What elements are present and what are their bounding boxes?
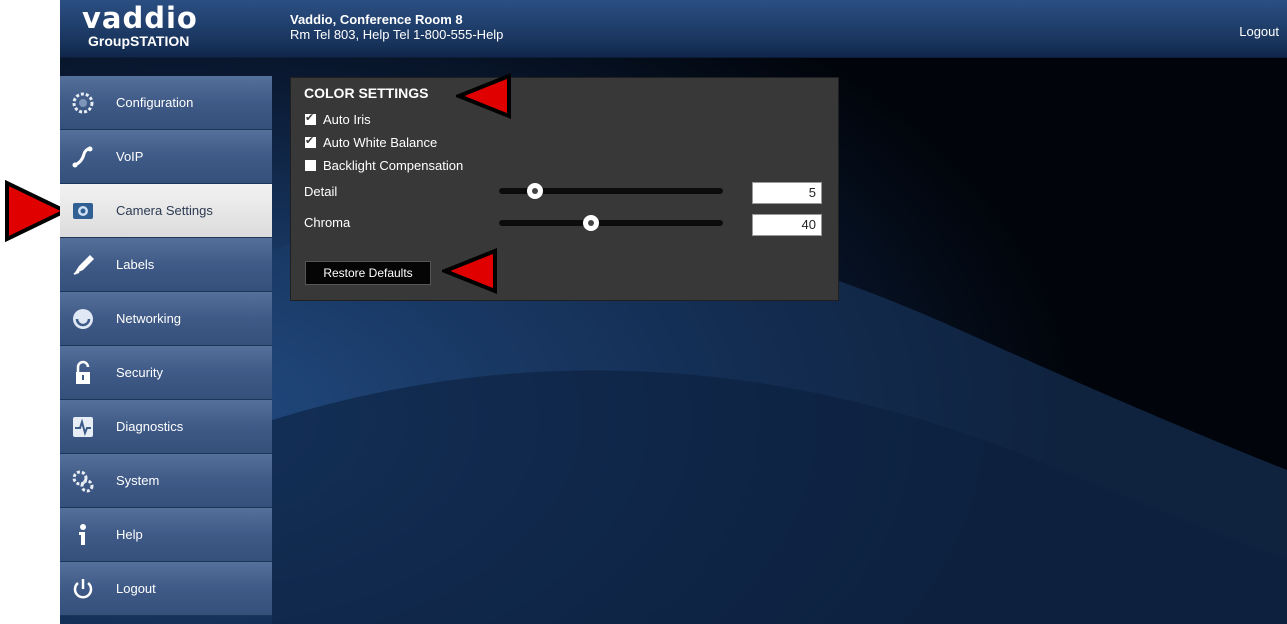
auto-white-balance-option[interactable]: Auto White Balance — [305, 132, 437, 152]
logo-wordmark: vaddio — [82, 1, 198, 35]
color-settings-panel: COLOR SETTINGS Auto Iris Auto White Bala… — [290, 77, 839, 301]
annotation-arrow-restore-defaults — [442, 248, 497, 294]
sidebar-item-label: Configuration — [116, 95, 194, 110]
lock-icon — [68, 358, 98, 388]
chroma-slider-thumb[interactable] — [582, 215, 599, 231]
system-gears-icon — [68, 466, 98, 496]
sidebar-item-logout[interactable]: Logout — [60, 562, 272, 616]
auto-iris-label: Auto Iris — [323, 111, 371, 127]
sidebar-item-camera-settings[interactable]: Camera Settings — [60, 184, 272, 238]
auto-iris-option[interactable]: Auto Iris — [305, 109, 371, 129]
backlight-compensation-checkbox[interactable] — [305, 159, 316, 171]
pen-icon — [68, 250, 98, 280]
sidebar-item-system[interactable]: System — [60, 454, 272, 508]
panel-title: COLOR SETTINGS — [304, 85, 429, 101]
detail-label: Detail — [304, 184, 338, 199]
sidebar-item-label: Diagnostics — [116, 419, 184, 434]
restore-defaults-button[interactable]: Restore Defaults — [305, 261, 431, 285]
logo-product-name: GroupSTATION — [88, 33, 190, 49]
sidebar-item-security[interactable]: Security — [60, 346, 272, 400]
room-name: Vaddio, Conference Room 8 — [290, 12, 463, 27]
phone-icon — [68, 142, 98, 172]
header-logout-link[interactable]: Logout — [1239, 24, 1279, 39]
detail-slider-thumb[interactable] — [526, 183, 543, 199]
room-phone: Rm Tel 803, Help Tel 1-800-555-Help — [290, 27, 504, 42]
auto-iris-checkbox[interactable] — [305, 111, 316, 125]
top-header: vaddio GroupSTATION Vaddio, Conference R… — [60, 0, 1287, 58]
chroma-label: Chroma — [304, 215, 351, 230]
auto-white-balance-label: Auto White Balance — [323, 134, 438, 150]
info-icon — [68, 520, 98, 550]
sidebar-item-label: Networking — [116, 311, 182, 326]
annotation-arrow-color-settings — [456, 73, 511, 119]
sidebar-item-labels[interactable]: Labels — [60, 238, 272, 292]
annotation-arrow-camera-settings — [5, 180, 68, 242]
detail-slider[interactable] — [499, 183, 723, 199]
room-info: Vaddio, Conference Room 8 Rm Tel 803, He… — [290, 12, 503, 42]
network-icon — [68, 304, 98, 334]
sidebar-item-configuration[interactable]: Configuration — [60, 76, 272, 130]
sidebar-item-help[interactable]: Help — [60, 508, 272, 562]
detail-value-field[interactable]: 5 — [752, 182, 822, 204]
vaddio-logo: vaddio GroupSTATION — [82, 3, 212, 55]
auto-white-balance-checkbox[interactable] — [305, 134, 316, 148]
sidebar-item-label: VoIP — [116, 149, 144, 164]
sidebar-item-label: System — [116, 473, 160, 488]
backlight-compensation-option[interactable]: Backlight Compensation — [305, 155, 463, 175]
sidebar-item-diagnostics[interactable]: Diagnostics — [60, 400, 272, 454]
app-window: vaddio GroupSTATION Vaddio, Conference R… — [60, 0, 1287, 624]
sidebar-item-label: Labels — [116, 257, 155, 272]
camera-icon — [68, 196, 98, 226]
sidebar-item-label: Logout — [116, 581, 156, 596]
sidebar-item-label: Camera Settings — [116, 203, 213, 218]
chroma-value-field[interactable]: 40 — [752, 214, 822, 236]
sidebar-item-label: Help — [116, 527, 143, 542]
sidebar-nav: Configuration VoIP Camera Settings Label… — [60, 76, 272, 616]
sidebar-item-networking[interactable]: Networking — [60, 292, 272, 346]
power-icon — [68, 574, 98, 604]
backlight-compensation-label: Backlight Compensation — [323, 157, 464, 173]
chroma-slider[interactable] — [499, 215, 723, 231]
sidebar-item-label: Security — [116, 365, 163, 380]
pulse-icon — [68, 412, 98, 442]
gears-icon — [68, 88, 98, 118]
sidebar-item-voip[interactable]: VoIP — [60, 130, 272, 184]
